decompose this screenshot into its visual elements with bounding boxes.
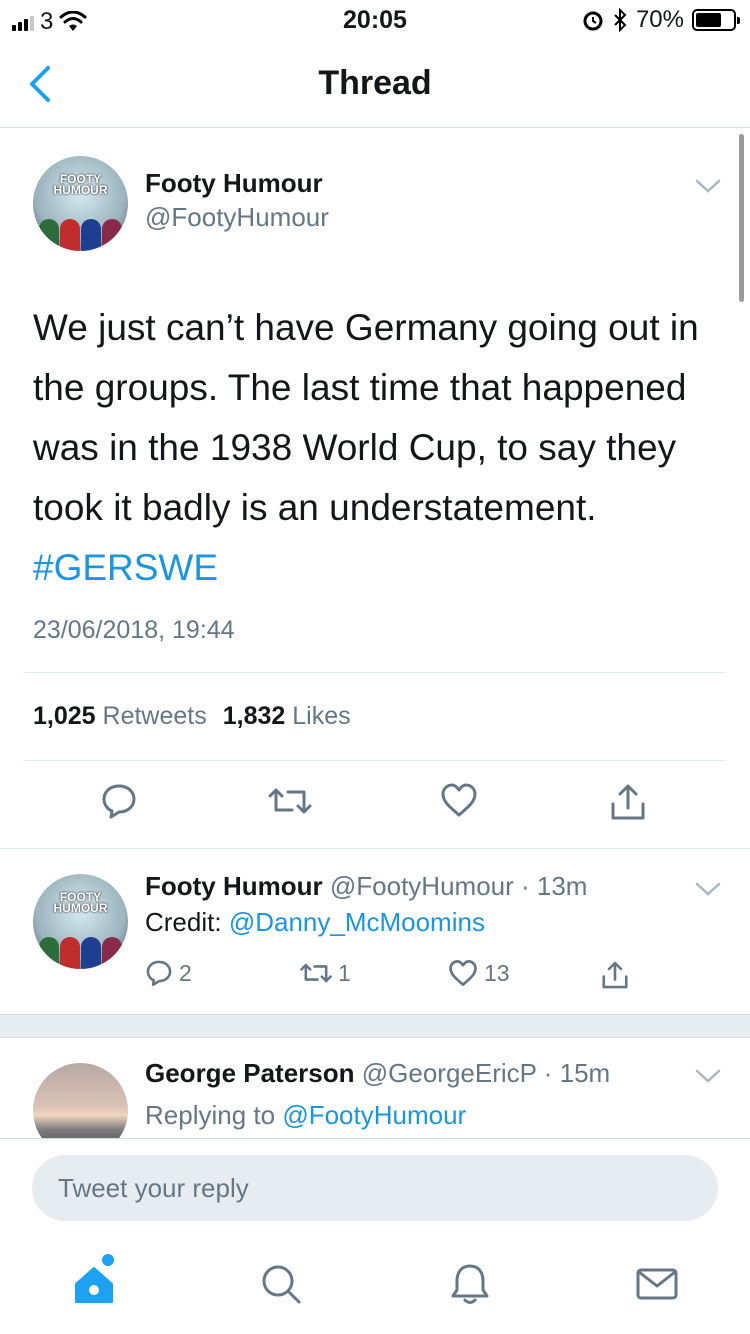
retweet-count: 1,025 xyxy=(33,702,96,730)
chevron-down-icon[interactable] xyxy=(695,1068,721,1084)
like-button[interactable] xyxy=(440,782,478,818)
retweets-stat[interactable]: 1,025 Retweets xyxy=(33,702,207,731)
tweet-text: We just can’t have Germany going out in … xyxy=(33,298,733,598)
reply-meta: @GeorgeEricP · 15m xyxy=(361,1058,611,1088)
heart-icon xyxy=(441,783,477,817)
like-button[interactable]: 13 xyxy=(448,959,510,987)
chevron-down-icon[interactable] xyxy=(695,881,721,897)
tweet-timestamp: 23/06/2018, 19:44 xyxy=(33,616,235,644)
divider xyxy=(25,760,725,761)
status-right: 70% xyxy=(582,6,740,34)
battery-icon xyxy=(692,9,740,31)
status-bar: 3 20:05 70% xyxy=(0,0,750,40)
avatar-logo-text: FOOTY HUMOUR xyxy=(53,172,108,197)
reply-bar xyxy=(0,1138,750,1238)
like-label: Likes xyxy=(292,702,351,730)
avatar[interactable]: FOOTY HUMOUR xyxy=(33,156,128,251)
like-count: 13 xyxy=(484,959,510,986)
divider xyxy=(25,672,725,673)
share-button[interactable] xyxy=(600,959,630,991)
tab-home[interactable] xyxy=(70,1254,118,1308)
share-icon xyxy=(602,961,628,989)
hashtag-link[interactable]: #GERSWE xyxy=(33,547,218,588)
reply-meta: @FootyHumour · 13m xyxy=(329,871,588,901)
retweet-label: Retweets xyxy=(102,702,207,730)
reply-tweet[interactable]: FOOTY HUMOUR Footy Humour @FootyHumour ·… xyxy=(0,848,750,1014)
reply-icon xyxy=(102,784,136,819)
mention-link[interactable]: @FootyHumour xyxy=(282,1100,466,1130)
reply-tweet[interactable]: George Paterson @GeorgeEricP · 15m Reply… xyxy=(0,1038,750,1138)
mail-icon xyxy=(636,1268,678,1300)
retweet-icon xyxy=(268,788,312,814)
chevron-down-icon[interactable] xyxy=(695,178,721,194)
tab-search[interactable] xyxy=(257,1260,305,1308)
author-name[interactable]: Footy Humour xyxy=(145,168,323,199)
reply-text-prefix: Credit: xyxy=(145,907,229,937)
reply-button[interactable] xyxy=(100,782,138,820)
avatar-players xyxy=(39,213,122,251)
replying-to: Replying to @FootyHumour xyxy=(145,1100,466,1131)
likes-stat[interactable]: 1,832 Likes xyxy=(223,702,351,731)
tab-notifications[interactable] xyxy=(446,1260,494,1308)
reply-header: Footy Humour @FootyHumour · 13m xyxy=(145,871,587,902)
retweet-button[interactable] xyxy=(268,782,312,820)
search-icon xyxy=(262,1265,301,1304)
mention-link[interactable]: @Danny_McMoomins xyxy=(229,907,485,937)
bluetooth-icon xyxy=(614,8,627,32)
reply-header: George Paterson @GeorgeEricP · 15m xyxy=(145,1058,610,1089)
like-count: 1,832 xyxy=(222,702,286,730)
avatar[interactable] xyxy=(33,1063,128,1138)
page-title: Thread xyxy=(318,64,432,102)
bell-icon xyxy=(451,1264,489,1304)
author-handle[interactable]: @FootyHumour xyxy=(145,202,329,233)
tweet-body: We just can’t have Germany going out in … xyxy=(33,307,699,528)
reply-count: 2 xyxy=(179,959,192,986)
retweet-icon xyxy=(300,963,332,983)
avatar-players xyxy=(39,931,122,969)
share-icon xyxy=(611,784,645,820)
battery-fill xyxy=(696,13,722,27)
thread-separator xyxy=(0,1014,750,1038)
main-tweet: FOOTY HUMOUR Footy Humour @FootyHumour W… xyxy=(0,128,750,848)
alarm-icon xyxy=(583,11,603,31)
avatar[interactable]: FOOTY HUMOUR xyxy=(33,874,128,969)
reply-text: Credit: @Danny_McMoomins xyxy=(145,907,485,938)
reply-icon xyxy=(146,960,172,987)
battery-percent: 70% xyxy=(635,6,684,33)
home-icon xyxy=(75,1267,113,1303)
tab-messages[interactable] xyxy=(633,1260,681,1308)
retweet-count: 1 xyxy=(338,959,351,986)
share-button[interactable] xyxy=(608,782,648,822)
reply-author-name[interactable]: Footy Humour xyxy=(145,871,323,901)
avatar-logo-text: FOOTY HUMOUR xyxy=(53,890,108,915)
retweet-button[interactable]: 1 xyxy=(300,959,351,987)
nav-bar: Thread xyxy=(0,40,750,128)
replying-prefix: Replying to xyxy=(145,1100,283,1130)
reply-author-name[interactable]: George Paterson xyxy=(145,1058,355,1088)
heart-icon xyxy=(449,959,477,987)
reply-input[interactable] xyxy=(32,1155,718,1221)
tweet-stats: 1,025 Retweets 1,832 Likes xyxy=(33,702,351,731)
tab-bar xyxy=(0,1238,750,1334)
notification-dot xyxy=(102,1254,114,1266)
reply-button[interactable]: 2 xyxy=(145,959,192,987)
